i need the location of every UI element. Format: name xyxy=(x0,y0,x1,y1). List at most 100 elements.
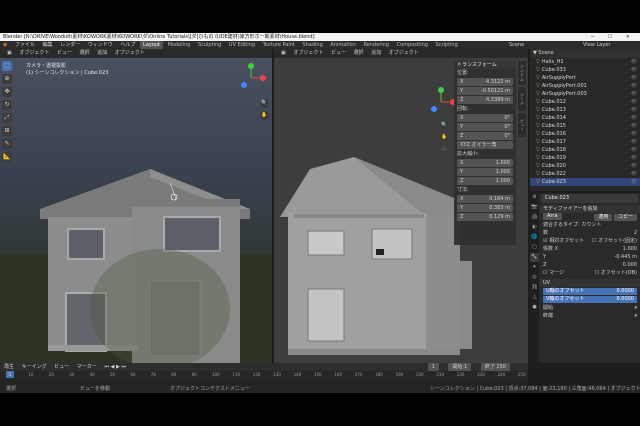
cursor-tool-icon[interactable]: ⊕ xyxy=(2,74,12,84)
start-cap-field[interactable]: 開始 ▾ xyxy=(540,304,640,312)
viewport-camera[interactable]: ▣ オブジェクト ビュー 選択 追加 オブジェクト カメラ・透視投影 (1) シ… xyxy=(0,49,272,363)
measure-tool-icon[interactable]: 📐 xyxy=(2,152,12,162)
menu-view-right[interactable]: ビュー xyxy=(328,49,349,58)
menu-view-timeline[interactable]: ビュー xyxy=(54,364,69,370)
add-modifier-button[interactable]: モディファイアーを追加 xyxy=(540,205,640,213)
menu-render[interactable]: レンダー xyxy=(57,41,83,49)
camera-view-icon[interactable]: 🎥 xyxy=(440,145,449,154)
menu-object[interactable]: オブジェクト xyxy=(112,49,148,58)
annotate-tool-icon[interactable]: ✎ xyxy=(2,139,12,149)
outliner-item[interactable]: ▽ AirSupplyPort.003 👁 xyxy=(530,90,640,98)
scale-z-field[interactable]: Z 1.000 xyxy=(457,177,513,185)
scale-x-field[interactable]: X 1.000 xyxy=(457,159,513,167)
tab-modeling[interactable]: Modeling xyxy=(165,41,194,49)
object-tab-icon[interactable]: ▢ xyxy=(530,243,539,252)
location-x-field[interactable]: X 4.3122 m xyxy=(457,78,513,86)
particles-tab-icon[interactable]: ✦ xyxy=(530,263,539,272)
rotate-tool-icon[interactable]: ↻ xyxy=(2,100,12,110)
tab-rendering[interactable]: Rendering xyxy=(360,41,392,49)
rotation-x-field[interactable]: X 0° xyxy=(457,114,513,122)
factor-z-field[interactable]: Z 0.000 xyxy=(540,261,640,269)
tab-compositing[interactable]: Compositing xyxy=(394,41,431,49)
transform-tool-icon[interactable]: ⊞ xyxy=(2,126,12,136)
data-tab-icon[interactable]: △ xyxy=(530,293,539,302)
rotation-y-field[interactable]: Y 0° xyxy=(457,123,513,131)
tab-tool[interactable]: ツール xyxy=(518,87,526,111)
visibility-eye-icon[interactable]: 👁 xyxy=(631,90,637,98)
outliner-header[interactable]: ▼ Scene xyxy=(530,49,640,58)
scene-selector[interactable]: Scene xyxy=(506,41,527,49)
location-y-field[interactable]: Y -0.50121 m xyxy=(457,87,513,95)
material-tab-icon[interactable]: ● xyxy=(530,303,539,312)
uv-section[interactable]: UV xyxy=(540,279,640,287)
outliner-item[interactable]: ▽ Cube.014 👁 xyxy=(530,114,640,122)
outliner-item[interactable]: ▽ AirSupplyPort 👁 xyxy=(530,74,640,82)
end-cap-field[interactable]: 終端 ▾ xyxy=(540,312,640,320)
zoom-icon[interactable]: 🔍 xyxy=(260,99,269,108)
editor-type-icon[interactable]: ▣ xyxy=(278,49,289,58)
scale-tool-icon[interactable]: ⤢ xyxy=(2,113,12,123)
pan-icon[interactable]: ✋ xyxy=(440,133,449,142)
mode-select-right[interactable]: オブジェクト xyxy=(290,49,326,58)
visibility-eye-icon[interactable]: 👁 xyxy=(631,66,637,74)
outliner-item[interactable]: ▽ Cube.015 👁 xyxy=(530,122,640,130)
visibility-eye-icon[interactable]: 👁 xyxy=(631,106,637,114)
visibility-eye-icon[interactable]: 👁 xyxy=(631,162,637,170)
window-controls[interactable]: ─ ☐ ✕ xyxy=(591,33,636,41)
dimension-z-field[interactable]: Z 0.129 m xyxy=(457,213,513,221)
current-frame-field[interactable]: 1 xyxy=(427,363,439,371)
menu-help[interactable]: ヘルプ xyxy=(117,41,138,49)
merge-checkbox[interactable]: ☐ マージ xyxy=(543,269,564,277)
editor-type-icon[interactable]: ▣ xyxy=(4,49,15,58)
constant-offset-checkbox[interactable]: ☐ オフセット(固定) xyxy=(592,237,637,245)
object-offset-checkbox[interactable]: ☐ オフセット(OB) xyxy=(595,269,637,277)
modifier-tab-icon[interactable]: 🔧 xyxy=(530,253,539,262)
visibility-eye-icon[interactable]: 👁 xyxy=(631,114,637,122)
dimension-y-field[interactable]: Y 0.383 m xyxy=(457,204,513,212)
outliner-item[interactable]: ▽ Cube.018 👁 xyxy=(530,146,640,154)
select-tool-icon[interactable]: ⬚ xyxy=(2,61,12,71)
start-frame-field[interactable]: 開始 1 xyxy=(448,363,472,371)
visibility-eye-icon[interactable]: 👁 xyxy=(631,82,637,90)
uv-offset-u-field[interactable]: U軸のオフセット 0.0000 xyxy=(543,288,637,295)
visibility-eye-icon[interactable]: 👁 xyxy=(631,154,637,162)
menu-object-right[interactable]: オブジェクト xyxy=(386,49,422,58)
visibility-eye-icon[interactable]: 👁 xyxy=(631,130,637,138)
menu-playback[interactable]: 再生 xyxy=(4,364,14,370)
outliner-item[interactable]: ▽ Cube.020 👁 xyxy=(530,162,640,170)
tab-layout[interactable]: Layout xyxy=(140,41,164,49)
timeline-ruler[interactable]: 1 0 10 20 30 40 50 60 70 80 90 100 110 120 130 140 150 1… xyxy=(0,371,528,378)
zoom-icon[interactable]: 🔍 xyxy=(440,121,449,130)
scene-tab-icon[interactable]: ◐ xyxy=(530,223,539,232)
modifier-name-field[interactable]: Arra xyxy=(543,213,562,220)
outliner-item[interactable]: ▽ Cube.016 👁 xyxy=(530,130,640,138)
fit-type-select[interactable]: 適合するタイプ: カウント xyxy=(540,221,640,229)
tab-uv-editing[interactable]: UV Editing xyxy=(226,41,258,49)
menu-select-right[interactable]: 選択 xyxy=(351,49,367,58)
visibility-eye-icon[interactable]: 👁 xyxy=(631,98,637,106)
transform-header[interactable]: トランスフォーム xyxy=(454,61,516,69)
menu-add-right[interactable]: 追加 xyxy=(368,49,384,58)
visibility-eye-icon[interactable]: 👁 xyxy=(631,58,637,66)
outliner-item[interactable]: ▽ Cube.023 👁 xyxy=(530,178,640,186)
playback-controls[interactable]: ⏮ ◀ ▶ ⏭ xyxy=(104,364,125,370)
tab-view[interactable]: ビュー xyxy=(518,113,526,137)
menu-edit[interactable]: 編集 xyxy=(40,41,56,49)
menu-select[interactable]: 選択 xyxy=(77,49,93,58)
constraints-tab-icon[interactable]: ⛓ xyxy=(530,283,539,292)
rotation-mode-select[interactable]: XYZ オイラー角 xyxy=(457,141,513,149)
viewport-perspective[interactable]: ▣ オブジェクト ビュー 選択 追加 オブジェクト 🔍 ✋ 🎥 トランスフォーム… xyxy=(274,49,528,363)
uv-offset-v-field[interactable]: V軸のオフセット 0.0000 xyxy=(543,296,637,303)
menu-add[interactable]: 追加 xyxy=(94,49,110,58)
copy-button[interactable]: コピー xyxy=(613,214,637,221)
menu-window[interactable]: ウィンドウ xyxy=(85,41,116,49)
outliner-item[interactable]: ▽ Cube.033 👁 xyxy=(530,66,640,74)
location-z-field[interactable]: Z 4.3389 m xyxy=(457,96,513,104)
outliner-item[interactable]: ▽ Cube.013 👁 xyxy=(530,106,640,114)
blender-logo-icon[interactable]: ◉ xyxy=(0,41,10,49)
view-layer-selector[interactable]: View Layer xyxy=(580,41,613,49)
relative-offset-checkbox[interactable]: ☑ 相対オフセット xyxy=(543,237,584,245)
pan-icon[interactable]: ✋ xyxy=(260,111,269,120)
factor-x-field[interactable]: 係数 X 1.000 xyxy=(540,245,640,253)
output-tab-icon[interactable]: 🖨 xyxy=(530,213,539,222)
